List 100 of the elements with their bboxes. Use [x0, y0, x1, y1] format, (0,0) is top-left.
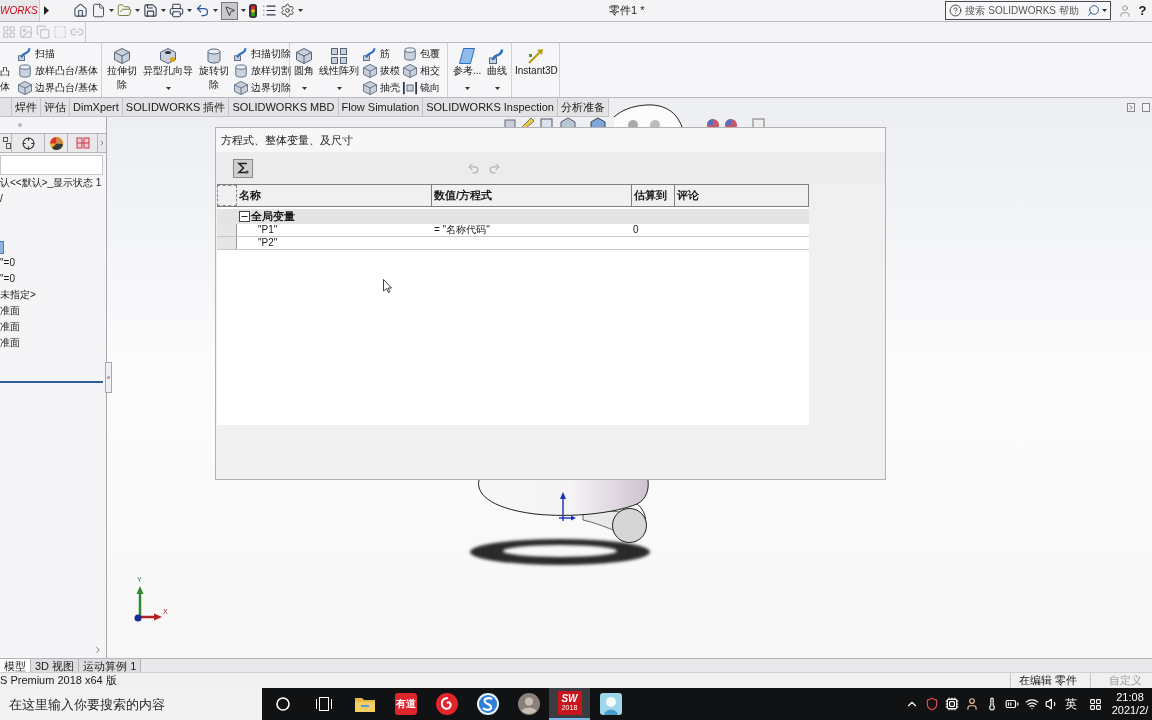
tab[interactable]: SOLIDWORKS Inspection	[423, 98, 558, 117]
search-icon[interactable]	[1087, 4, 1101, 17]
grid-icon[interactable]	[1088, 697, 1102, 711]
select-button[interactable]	[221, 1, 238, 20]
caret-icon[interactable]	[298, 9, 303, 12]
tree-item[interactable]: 认<<默认>_显示状态 1	[0, 176, 102, 190]
tree-item-icon	[0, 240, 4, 254]
tab[interactable]: 3D 视图	[31, 659, 80, 672]
panel-toggle-icon[interactable]	[1142, 103, 1150, 112]
search-field[interactable]: 搜索 SOLIDWORKS 帮助	[945, 1, 1112, 20]
expand-arrow-icon[interactable]	[44, 6, 49, 15]
ribbon-command[interactable]: 扫描	[18, 45, 98, 62]
ribbon-command[interactable]: 抽壳	[363, 79, 400, 96]
curve-icon	[489, 48, 506, 64]
ribbon-command[interactable]: 拔模	[363, 62, 400, 79]
caret-icon[interactable]	[213, 9, 218, 12]
battery-icon[interactable]	[1005, 697, 1019, 711]
input-language[interactable]: 英	[1062, 695, 1080, 713]
sum-button[interactable]	[233, 158, 253, 178]
wifi-icon[interactable]	[1025, 697, 1039, 711]
column-header[interactable]: 名称	[237, 185, 432, 206]
ribbon-command[interactable]: 曲线	[486, 43, 509, 97]
caret-icon[interactable]	[464, 87, 470, 90]
tree-item[interactable]: 准面	[0, 336, 20, 350]
task-view-icon[interactable]	[315, 697, 332, 711]
printer-icon[interactable]	[169, 3, 184, 18]
caret-icon[interactable]	[494, 87, 500, 90]
tree-item[interactable]: "=0	[0, 256, 15, 270]
file-icon[interactable]	[91, 3, 106, 18]
tab[interactable]: 评估	[41, 98, 70, 117]
panel-toggle-icon[interactable]	[1127, 103, 1135, 112]
row-header-cell[interactable]	[217, 224, 237, 236]
caret-icon[interactable]	[165, 87, 171, 90]
ribbon-command[interactable]: 凸 体	[0, 43, 12, 94]
caret-icon[interactable]	[161, 9, 166, 12]
caret-icon[interactable]	[187, 9, 192, 12]
ribbon-command[interactable]: 扫描切除	[234, 45, 291, 62]
ribbon-command[interactable]: 拉伸切除	[105, 43, 139, 97]
user-icon[interactable]	[965, 697, 979, 711]
clock-date[interactable]: 2021/2/	[1111, 704, 1149, 717]
taskbar-button[interactable]: 有道	[385, 688, 426, 720]
folder-icon	[354, 696, 375, 712]
splitter-handle[interactable]	[105, 362, 112, 393]
column-header[interactable]: 估算到	[632, 185, 675, 206]
caret-icon[interactable]	[1102, 9, 1108, 12]
ribbon-command[interactable]: 边界切除	[234, 79, 291, 96]
collapse-icon[interactable]	[239, 211, 250, 222]
settings-icon[interactable]	[280, 3, 295, 18]
traffic-light-icon[interactable]	[249, 3, 257, 18]
folder-icon[interactable]	[117, 3, 132, 18]
ribbon-command[interactable]: 圆角	[293, 43, 315, 97]
tab[interactable]: SOLIDWORKS MBD	[229, 98, 339, 117]
help-label[interactable]: ?	[1138, 2, 1147, 19]
column-header[interactable]: 数值/方程式	[432, 185, 632, 206]
tree-item[interactable]: "=0	[0, 272, 15, 286]
tab[interactable]: DimXpert	[70, 98, 123, 117]
filter-field[interactable]	[0, 155, 103, 175]
caret-icon[interactable]	[241, 9, 246, 12]
ribbon-command[interactable]: 放样切割	[234, 62, 291, 79]
tab[interactable]: 模型	[0, 659, 31, 672]
tab[interactable]: Flow Simulation	[338, 98, 424, 117]
ribbon-command[interactable]: 旋转切除	[197, 43, 231, 97]
tree-item[interactable]: 未指定>	[0, 288, 36, 302]
undo-icon[interactable]	[195, 3, 210, 18]
row-header-cell[interactable]	[217, 185, 237, 206]
ribbon-command[interactable]: 筋	[363, 45, 400, 62]
caret-icon[interactable]	[301, 87, 307, 90]
list-icon[interactable]	[262, 3, 277, 18]
tab[interactable]: 焊件	[12, 98, 41, 117]
shield-icon[interactable]	[925, 697, 939, 711]
chevron-right-icon[interactable]	[98, 139, 106, 147]
tab[interactable]: 运动算例 1	[79, 659, 142, 672]
ribbon-command[interactable]: 包覆	[403, 45, 440, 62]
curve-icon	[234, 46, 248, 61]
search-input[interactable]: 搜索 SOLIDWORKS 帮助	[965, 3, 1088, 18]
row-header-cell[interactable]	[217, 237, 237, 249]
search-field[interactable]: 在这里输入你要搜索的内容	[0, 688, 262, 720]
caret-icon[interactable]	[336, 87, 342, 90]
column-header[interactable]: 评论	[675, 185, 809, 206]
ribbon-command[interactable]: 放样凸台/基体	[18, 62, 98, 79]
ribbon-command[interactable]: 参考...	[452, 43, 483, 97]
tree-item[interactable]: 准面	[0, 320, 20, 334]
grip-dot-icon[interactable]	[18, 123, 22, 127]
tree-item[interactable]: /	[0, 192, 3, 206]
ribbon-command[interactable]: Instant3D	[514, 43, 559, 97]
home-icon[interactable]	[73, 3, 88, 18]
caret-icon[interactable]	[135, 9, 140, 12]
ribbon-command[interactable]: 异型孔向导	[142, 43, 194, 97]
tab[interactable]: 分析准备	[557, 98, 609, 117]
circle-icon[interactable]	[275, 697, 290, 711]
tree-item[interactable]: 准面	[0, 304, 20, 318]
view-toolbar[interactable]	[503, 117, 768, 127]
scroll-right-icon[interactable]	[93, 645, 103, 655]
clock-time[interactable]: 21:08	[1116, 691, 1144, 704]
ribbon-command[interactable]: 边界凸台/基体	[18, 79, 98, 96]
chip-icon[interactable]	[945, 697, 959, 711]
panel-tab[interactable]	[0, 134, 12, 152]
caret-icon[interactable]	[109, 9, 114, 12]
ribbon-command[interactable]: 线性阵列	[318, 43, 360, 97]
tab[interactable]: SOLIDWORKS 插件	[122, 98, 230, 117]
